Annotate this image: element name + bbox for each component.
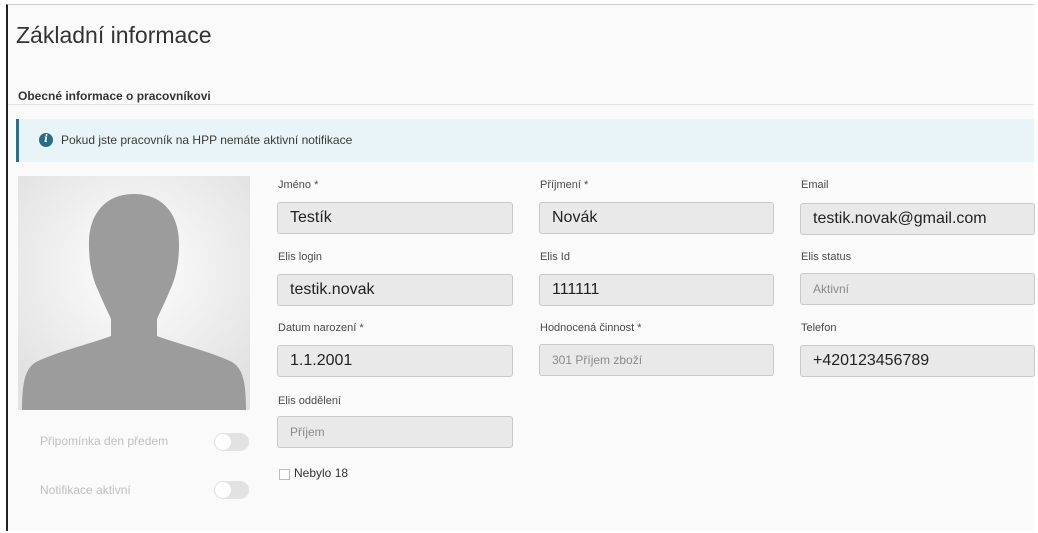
info-icon: i bbox=[39, 133, 53, 147]
elis-oddeleni-input[interactable]: Příjem bbox=[277, 416, 513, 448]
toggle-reminder-day-before[interactable] bbox=[214, 433, 249, 451]
email-input[interactable]: testik.novak@gmail.com bbox=[800, 203, 1035, 235]
section-title: Obecné informace o pracovníkovi bbox=[18, 89, 211, 103]
page-title: Základní informace bbox=[16, 22, 212, 48]
alert-text: Pokud jste pracovník na HPP nemáte aktiv… bbox=[61, 133, 353, 147]
telefon-label: Telefon bbox=[801, 322, 837, 334]
elis-id-input[interactable]: 111111 bbox=[539, 274, 774, 306]
nebylo-18-label[interactable]: Nebylo 18 bbox=[294, 466, 348, 480]
datum-narozeni-label: Datum narození * bbox=[278, 322, 364, 334]
elis-id-label: Elis Id bbox=[540, 251, 570, 263]
section-divider bbox=[8, 104, 1034, 105]
info-alert: i Pokud jste pracovník na HPP nemáte akt… bbox=[16, 119, 1034, 162]
datum-narozeni-input[interactable]: 1.1.2001 bbox=[277, 345, 513, 377]
hodnocena-cinnost-select[interactable]: 301 Příjem zboží bbox=[539, 344, 774, 376]
nebylo-18-checkbox[interactable] bbox=[279, 469, 290, 480]
email-label: Email bbox=[801, 179, 829, 191]
elis-login-input[interactable]: testik.novak bbox=[277, 274, 513, 306]
elis-status-label: Elis status bbox=[801, 251, 852, 263]
prijmeni-label: Příjmení * bbox=[540, 179, 589, 191]
jmeno-input[interactable]: Testík bbox=[277, 202, 513, 234]
elis-login-label: Elis login bbox=[278, 251, 323, 263]
hodnocena-cinnost-label: Hodnocená činnost * bbox=[540, 322, 642, 334]
elis-status-input[interactable]: Aktivní bbox=[800, 273, 1035, 305]
toggle-notifications-active[interactable] bbox=[214, 481, 249, 499]
prijmeni-input[interactable]: Novák bbox=[539, 202, 774, 234]
elis-oddeleni-label: Elis oddělení bbox=[278, 395, 341, 407]
jmeno-label: Jméno * bbox=[278, 179, 319, 191]
avatar[interactable] bbox=[18, 176, 250, 410]
toggle-knob bbox=[215, 482, 231, 498]
user-silhouette-icon bbox=[18, 176, 250, 410]
toggle-label-reminder: Připomínka den předem bbox=[40, 434, 169, 448]
toggle-knob bbox=[215, 434, 231, 450]
telefon-input[interactable]: +420123456789 bbox=[800, 345, 1035, 377]
toggle-label-notifications: Notifikace aktivní bbox=[40, 483, 131, 497]
